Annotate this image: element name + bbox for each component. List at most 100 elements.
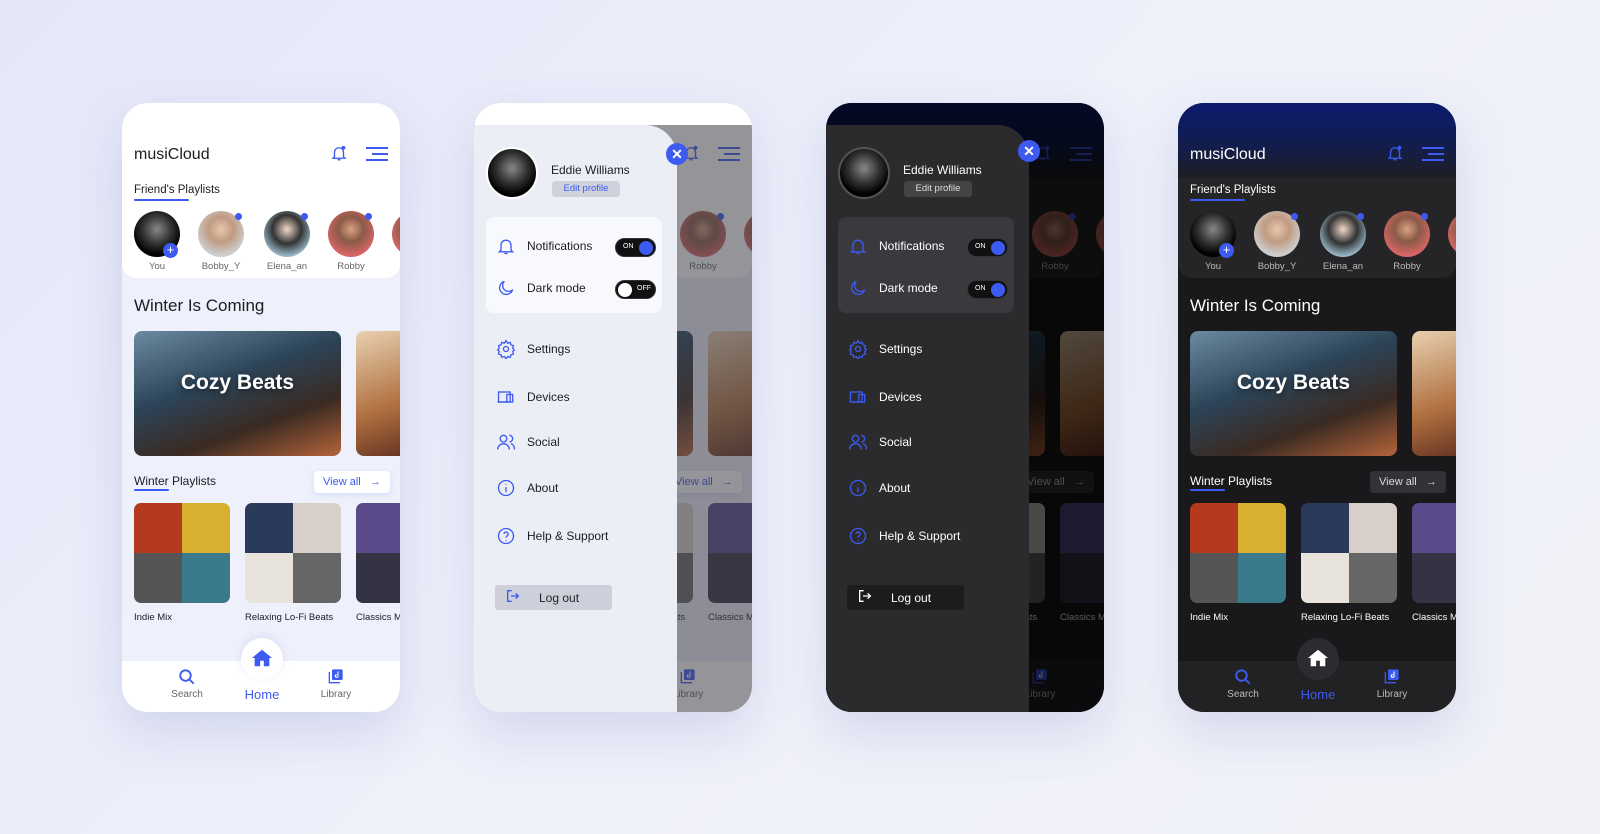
toggle-state: ON (623, 243, 634, 250)
playlist-name: Indie Mix (1190, 612, 1229, 623)
toggle-state: ON (975, 285, 986, 292)
add-icon[interactable]: + (163, 243, 178, 258)
nav-search-label[interactable]: Search (1213, 689, 1273, 700)
menu-item[interactable]: Social (848, 432, 912, 452)
winter-playlists-heading: Winter Playlists (1190, 474, 1273, 488)
featured-card[interactable]: Cozy Beats (1190, 331, 1397, 456)
side-menu-drawer: Eddie Williams Edit profile Notification… (826, 125, 1029, 712)
notifications-label: Notifications (527, 239, 593, 253)
menu-item-label: Help & Support (527, 529, 609, 543)
dark-mode-toggle[interactable]: ON (967, 280, 1008, 299)
bell-icon (496, 236, 516, 256)
profile-name: Eddie Williams (903, 163, 982, 177)
gear-icon (496, 339, 516, 361)
nav-library-label[interactable]: Library (306, 689, 366, 700)
notifications-toggle[interactable]: ON (615, 238, 656, 257)
menu-item[interactable]: Settings (848, 339, 923, 361)
menu-item[interactable]: About (496, 478, 558, 498)
edit-profile-button[interactable]: Edit profile (552, 181, 620, 197)
nav-home-label[interactable]: Home (1288, 687, 1348, 702)
menu-item-label: Help & Support (879, 529, 961, 543)
playlist-thumbnail[interactable] (1301, 503, 1397, 603)
playlist-thumbnail[interactable] (1190, 503, 1286, 603)
profile-avatar[interactable] (838, 147, 890, 199)
toggle-state: OFF (637, 285, 651, 292)
logout-button[interactable]: Log out (495, 585, 612, 610)
menu-item[interactable]: Settings (496, 339, 571, 361)
notifications-toggle[interactable]: ON (967, 238, 1008, 257)
library-icon[interactable] (328, 668, 344, 689)
logout-button[interactable]: Log out (847, 585, 964, 610)
featured-card[interactable] (1412, 331, 1456, 456)
friend-name: You (148, 261, 166, 272)
home-icon[interactable] (251, 647, 273, 674)
logout-label: Log out (891, 590, 932, 605)
info-icon (848, 478, 868, 498)
menu-item-label: About (527, 481, 559, 495)
app-header (122, 103, 400, 178)
side-menu-drawer: Eddie Williams Edit profile Notification… (474, 125, 677, 712)
toggle-state: ON (975, 243, 986, 250)
featured-card[interactable]: Cozy Beats (134, 331, 341, 456)
playlist-name: Relaxing Lo-Fi Beats (245, 612, 334, 623)
featured-heading: Winter Is Coming (134, 296, 265, 315)
nav-library-label[interactable]: Library (1362, 689, 1422, 700)
profile-avatar[interactable] (486, 147, 538, 199)
friend-name: Bobby_Y (201, 261, 241, 272)
playlist-name: Classics Mix (1412, 612, 1456, 623)
search-icon[interactable] (178, 668, 196, 691)
friends-playlists-label: Friend's Playlists (1190, 184, 1276, 196)
featured-card-title: Cozy Beats (1236, 371, 1351, 394)
menu-item-label: About (879, 481, 911, 495)
playlist-thumbnail[interactable] (356, 503, 400, 603)
notification-bell-icon[interactable] (1386, 144, 1404, 167)
online-indicator (235, 213, 242, 220)
add-icon[interactable]: + (1219, 243, 1234, 258)
home-icon[interactable] (1307, 647, 1329, 674)
playlist-thumbnail[interactable] (245, 503, 341, 603)
users-icon (848, 432, 868, 452)
menu-item[interactable]: Devices (496, 387, 570, 407)
view-all-button[interactable]: View all → (1370, 471, 1446, 493)
featured-card[interactable] (356, 331, 400, 456)
logout-icon (505, 588, 521, 607)
moon-icon (496, 278, 516, 298)
menu-item-label: Settings (879, 342, 923, 356)
nav-home-label[interactable]: Home (232, 687, 292, 702)
edit-profile-button[interactable]: Edit profile (904, 181, 972, 197)
friend-name: Elena_an (266, 261, 308, 272)
profile-name: Eddie Williams (551, 163, 630, 177)
close-menu-button[interactable]: ✕ (1018, 140, 1040, 162)
info-icon (496, 478, 516, 498)
library-icon[interactable] (1384, 668, 1400, 689)
playlist-thumbnail[interactable] (134, 503, 230, 603)
featured-card-title: Cozy Beats (180, 371, 295, 394)
friends-playlists-label: Friend's Playlists (134, 184, 220, 196)
playlist-thumbnail[interactable] (1412, 503, 1456, 603)
menu-item-label: Settings (527, 342, 571, 356)
playlist-name: Indie Mix (134, 612, 173, 623)
close-menu-button[interactable]: ✕ (666, 143, 688, 165)
arrow-right-icon: → (1425, 476, 1437, 488)
notification-bell-icon[interactable] (330, 144, 348, 167)
logout-icon (857, 588, 873, 607)
menu-item-label: Devices (527, 390, 570, 404)
hamburger-menu-icon[interactable] (364, 146, 390, 167)
menu-item-label: Devices (879, 390, 922, 404)
moon-icon (848, 278, 868, 298)
online-indicator (1291, 213, 1298, 220)
playlist-name: Classics Mix (356, 612, 400, 623)
menu-item[interactable]: Social (496, 432, 560, 452)
friend-name: Bobby_Y (1257, 261, 1297, 272)
menu-item-label: Social (527, 435, 560, 449)
menu-item[interactable]: Help & Support (496, 526, 608, 546)
menu-item[interactable]: About (848, 478, 910, 498)
hamburger-menu-icon[interactable] (1420, 146, 1446, 167)
menu-item[interactable]: Devices (848, 387, 922, 407)
dark-mode-toggle[interactable]: OFF (615, 280, 656, 299)
view-all-label: View all (323, 476, 361, 488)
view-all-button[interactable]: View all → (314, 471, 390, 493)
search-icon[interactable] (1234, 668, 1252, 691)
menu-item[interactable]: Help & Support (848, 526, 960, 546)
nav-search-label[interactable]: Search (157, 689, 217, 700)
